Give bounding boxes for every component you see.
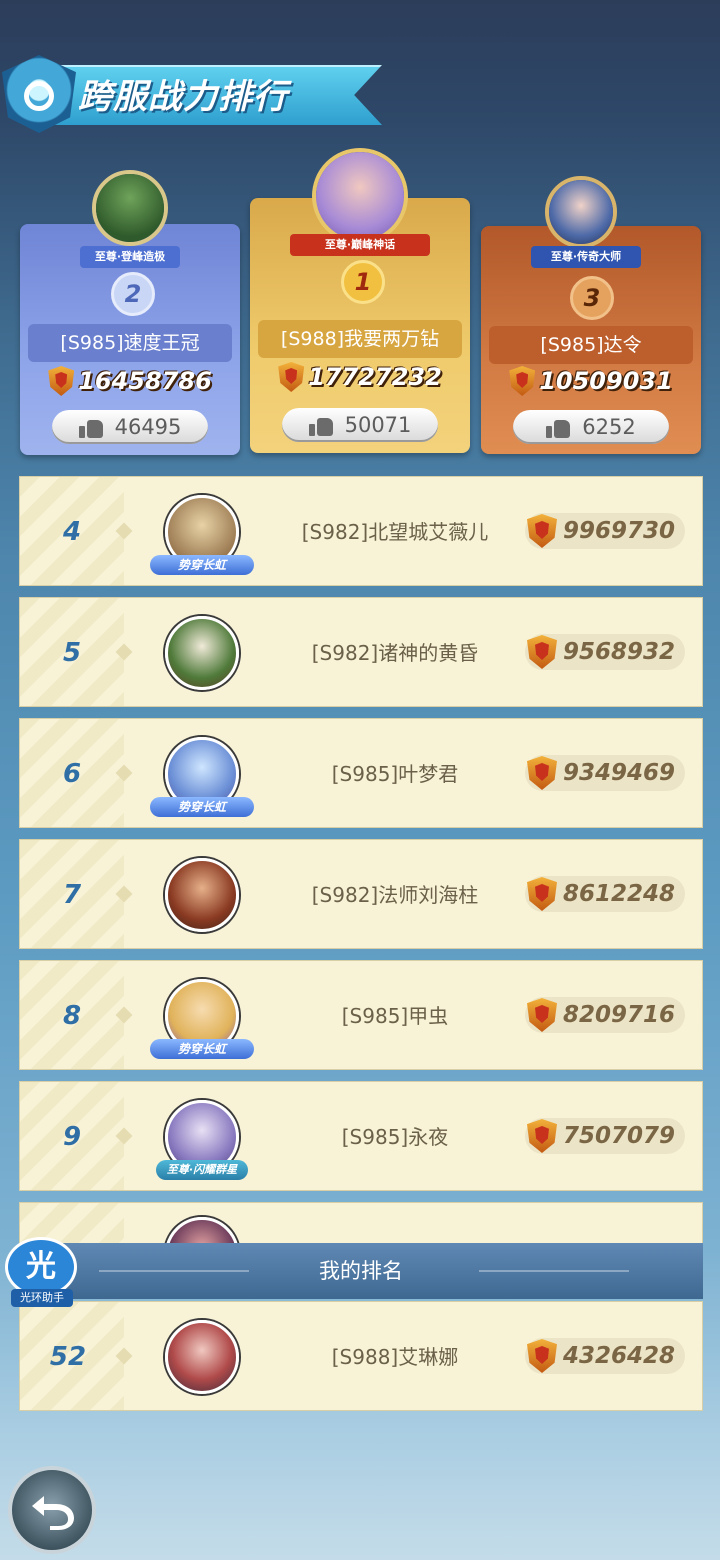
power-value: 9568932 (563, 639, 676, 665)
player-name: [S985]速度王冠 (28, 324, 232, 362)
power-shield-icon (527, 1119, 557, 1153)
power-shield-icon (527, 756, 557, 790)
player-name: [S985]叶梦君 (331, 762, 459, 786)
power-row: 10509031 (481, 366, 701, 400)
back-button[interactable] (8, 1466, 96, 1554)
back-arrow-icon (32, 1496, 74, 1530)
player-name: [S985]永夜 (341, 1125, 449, 1149)
avatar[interactable] (165, 858, 239, 932)
ranking-row[interactable]: 9 至尊·闪耀群星 [S985]永夜 7507079 (19, 1081, 703, 1191)
player-name: [S982]北望城艾薇儿 (301, 520, 489, 544)
power-row: 17727232 (250, 362, 470, 396)
power-pill: 8209716 (525, 997, 685, 1033)
avatar-image (96, 174, 164, 242)
power-shield-icon (527, 635, 557, 669)
like-button[interactable]: 46495 (52, 410, 208, 444)
row-rank: 4 (62, 517, 82, 547)
like-count: 46495 (114, 415, 182, 439)
power-shield-icon (509, 366, 536, 396)
power-pill: 7507079 (525, 1118, 685, 1154)
like-button[interactable]: 6252 (513, 410, 669, 444)
ranking-row-partial[interactable] (19, 1202, 703, 1246)
power-pill: 9568932 (525, 634, 685, 670)
power-shield-icon (527, 1339, 557, 1373)
thumbs-up-icon (546, 416, 571, 438)
frame-tag: 势穿长虹 (150, 797, 254, 817)
power-shield-icon (527, 514, 557, 548)
row-rank: 5 (62, 638, 82, 668)
podium-rank-3[interactable]: 至尊·传奇大师 3 [S985]达令 10509031 6252 (481, 176, 701, 454)
power-pill: 4326428 (525, 1338, 685, 1374)
power-value: 17727232 (308, 363, 442, 391)
row-rank: 52 (49, 1342, 87, 1372)
avatar-image (316, 152, 404, 240)
power-value: 16458786 (78, 367, 212, 395)
avatar[interactable] (312, 148, 408, 244)
avatar[interactable] (545, 176, 617, 248)
power-pill: 8612248 (525, 876, 685, 912)
power-value: 9969730 (563, 518, 676, 544)
rank-badge: 1 (341, 260, 385, 304)
power-shield-icon (527, 998, 557, 1032)
title-tag: 至尊·登峰造极 (80, 246, 180, 268)
row-rank: 8 (62, 1001, 82, 1031)
player-name: [S988]艾琳娜 (331, 1345, 459, 1369)
like-count: 6252 (582, 415, 636, 439)
like-button[interactable]: 50071 (282, 408, 438, 442)
my-rank-row[interactable]: 52 [S988]艾琳娜 4326428 (19, 1301, 703, 1411)
power-pill: 9349469 (525, 755, 685, 791)
power-pill: 9969730 (525, 513, 685, 549)
avatar[interactable] (165, 1320, 239, 1394)
player-name: [S985]达令 (489, 326, 693, 364)
row-rank: 7 (62, 880, 82, 910)
rank-badge: 3 (570, 276, 614, 320)
helper-icon: 光 (5, 1237, 77, 1297)
power-value: 4326428 (563, 1343, 676, 1369)
podium-rank-1[interactable]: 至尊·巅峰神话 1 [S988]我要两万钻 17727232 50071 (250, 148, 470, 453)
thumbs-up-icon (78, 416, 103, 438)
ranking-row[interactable]: 8 势穿长虹 [S985]甲虫 8209716 (19, 960, 703, 1070)
frame-tag: 势穿长虹 (150, 1039, 254, 1059)
power-shield-icon (527, 877, 557, 911)
player-name: [S985]甲虫 (341, 1004, 449, 1028)
frame-tag: 势穿长虹 (150, 555, 254, 575)
power-value: 7507079 (563, 1123, 676, 1149)
power-value: 8209716 (563, 1002, 676, 1028)
frame-tag: 至尊·闪耀群星 (156, 1160, 248, 1180)
page-title: 跨服战力排行 (78, 77, 288, 117)
player-name: [S982]诸神的黄昏 (311, 641, 479, 665)
thumbs-up-icon (308, 414, 333, 436)
ranking-row[interactable]: 7 [S982]法师刘海柱 8612248 (19, 839, 703, 949)
power-shield-icon (278, 362, 305, 392)
avatar[interactable] (92, 170, 168, 246)
like-count: 50071 (344, 413, 412, 437)
power-value: 8612248 (563, 881, 676, 907)
rank-badge: 2 (111, 272, 155, 316)
power-shield-icon (48, 366, 75, 396)
player-name: [S982]法师刘海柱 (311, 883, 479, 907)
my-rank-header: 我的排名 (19, 1243, 703, 1299)
power-value: 9349469 (563, 760, 676, 786)
power-row: 16458786 (20, 366, 240, 400)
avatar[interactable] (165, 1217, 239, 1245)
title-tag: 至尊·巅峰神话 (290, 234, 430, 256)
row-rank: 6 (62, 759, 82, 789)
my-rank-label: 我的排名 (319, 1259, 403, 1283)
title-tag: 至尊·传奇大师 (531, 246, 641, 268)
helper-label: 光环助手 (11, 1289, 73, 1307)
row-rank: 9 (62, 1122, 82, 1152)
podium-rank-2[interactable]: 至尊·登峰造极 2 [S985]速度王冠 16458786 46495 (20, 170, 240, 455)
avatar[interactable] (165, 616, 239, 690)
helper-floating-button[interactable]: 光 光环助手 (3, 1237, 79, 1307)
emblem-ring-icon (24, 81, 54, 111)
power-value: 10509031 (539, 367, 673, 395)
ranking-row[interactable]: 4 势穿长虹 [S982]北望城艾薇儿 9969730 (19, 476, 703, 586)
avatar-image (549, 180, 613, 244)
title-banner: 跨服战力排行 (0, 55, 390, 135)
ranking-row[interactable]: 6 势穿长虹 [S985]叶梦君 9349469 (19, 718, 703, 828)
player-name: [S988]我要两万钻 (258, 320, 462, 358)
ranking-row[interactable]: 5 [S982]诸神的黄昏 9568932 (19, 597, 703, 707)
